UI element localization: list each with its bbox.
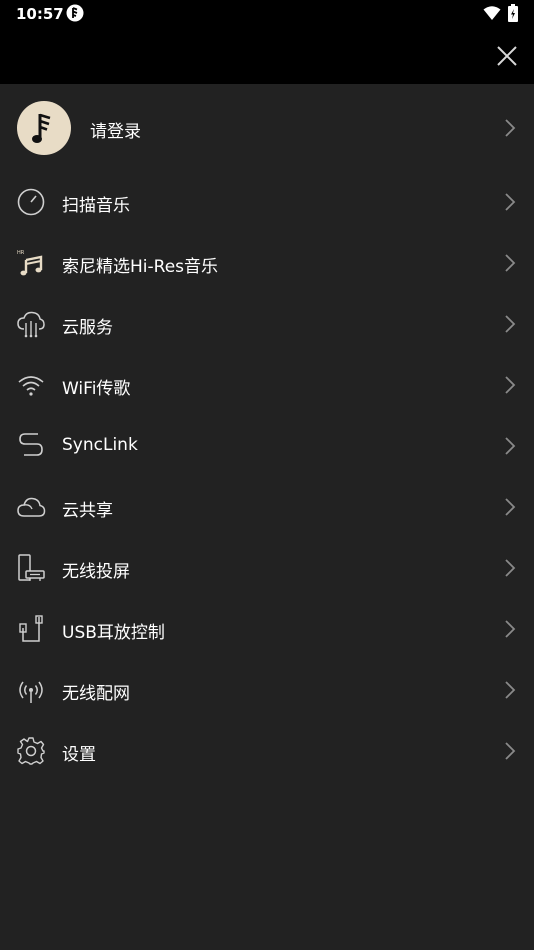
menu-item-label: SyncLink	[62, 435, 138, 455]
side-menu: 请登录 扫描音乐 HR 索尼精选Hi-Res音乐 云服务 WiFi传歌 Sync…	[0, 84, 534, 782]
menu-item-label: 索尼精选Hi-Res音乐	[62, 257, 219, 277]
menu-item-label: 云服务	[62, 318, 113, 338]
chevron-right-icon	[503, 313, 517, 335]
menu-item-settings[interactable]: 设置	[0, 721, 534, 782]
music-note-logo-icon	[32, 113, 51, 143]
scan-music-icon	[16, 187, 46, 217]
menu-item-usb-amp[interactable]: USB耳放控制	[0, 599, 534, 660]
menu-item-cloud-service[interactable]: 云服务	[0, 294, 534, 355]
status-time: 10:57	[16, 5, 64, 23]
wireless-cast-icon	[16, 553, 46, 583]
menu-item-label: 无线投屏	[62, 562, 130, 582]
hi-res-music-icon: HR	[16, 248, 46, 278]
menu-item-wifi-transfer[interactable]: WiFi传歌	[0, 355, 534, 416]
avatar[interactable]	[17, 101, 71, 155]
menu-item-scan-music[interactable]: 扫描音乐	[0, 172, 534, 233]
chevron-right-icon	[503, 252, 517, 274]
close-button[interactable]	[493, 42, 521, 70]
usb-amp-icon	[16, 614, 46, 644]
menu-item-synclink[interactable]: SyncLink	[0, 416, 534, 477]
menu-item-cloud-share[interactable]: 云共享	[0, 477, 534, 538]
synclink-icon	[16, 431, 46, 461]
close-icon	[497, 46, 517, 66]
menu-item-label: 扫描音乐	[62, 196, 130, 216]
menu-item-label: 设置	[62, 745, 96, 765]
menu-item-wireless-network[interactable]: 无线配网	[0, 660, 534, 721]
menu-item-hi-res[interactable]: HR 索尼精选Hi-Res音乐	[0, 233, 534, 294]
chevron-right-icon	[503, 191, 517, 213]
chevron-right-icon	[503, 117, 517, 139]
cloud-share-icon	[16, 492, 46, 522]
status-bar: 10:57	[0, 0, 534, 28]
login-row[interactable]: 请登录	[0, 84, 534, 172]
hi-res-badge: HR	[17, 250, 25, 256]
menu-item-wireless-cast[interactable]: 无线投屏	[0, 538, 534, 599]
chevron-right-icon	[503, 618, 517, 640]
menu-item-label: 无线配网	[62, 684, 130, 704]
top-bar	[0, 28, 534, 84]
chevron-right-icon	[503, 740, 517, 762]
chevron-right-icon	[503, 557, 517, 579]
gear-icon	[16, 736, 46, 766]
menu-item-label: WiFi传歌	[62, 379, 131, 399]
chevron-right-icon	[503, 374, 517, 396]
chevron-right-icon	[503, 496, 517, 518]
menu-item-label: 云共享	[62, 501, 113, 521]
chevron-right-icon	[503, 679, 517, 701]
login-label: 请登录	[90, 122, 141, 142]
notification-icon	[66, 4, 84, 22]
wifi-transfer-icon	[16, 370, 46, 400]
wireless-network-icon	[16, 675, 46, 705]
battery-icon	[508, 4, 518, 22]
chevron-right-icon	[503, 435, 517, 457]
cloud-service-icon	[16, 309, 46, 339]
wifi-signal-icon	[483, 5, 501, 21]
menu-item-label: USB耳放控制	[62, 623, 165, 643]
